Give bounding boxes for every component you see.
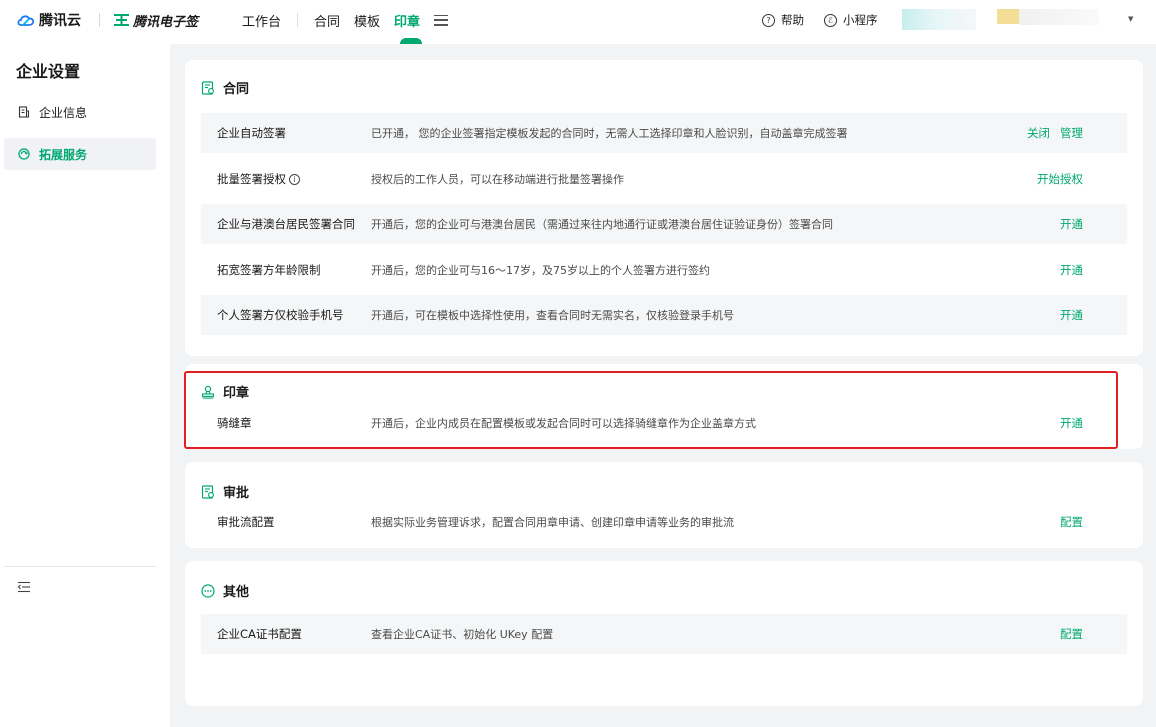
collapse-sidebar-icon[interactable] (17, 581, 31, 593)
approval-section-title: 审批 (223, 486, 250, 501)
service-name-wrap: 批量签署授权 i (201, 171, 371, 187)
service-row-approval-flow: 审批流配置 根据实际业务管理诉求，配置合同用章申请、创建印章申请等业务的审批流 … (201, 502, 1127, 542)
service-actions: 开通 (1060, 262, 1127, 278)
other-section-title: 其他 (223, 585, 250, 600)
nav-workbench[interactable]: 工作台 (242, 11, 281, 30)
enable-link[interactable]: 开通 (1060, 307, 1083, 323)
service-actions: 开通 (1060, 307, 1127, 323)
enable-link[interactable]: 开通 (1060, 415, 1083, 431)
sidebar-item-label: 企业信息 (39, 105, 88, 120)
brand-divider (99, 13, 100, 27)
service-name: 审批流配置 (217, 515, 275, 529)
nav-template[interactable]: 模板 (354, 11, 380, 30)
sidebar: 企业设置 企业信息 拓展服务 (0, 44, 170, 727)
service-actions: 配置 (1060, 626, 1127, 642)
help-link[interactable]: ? 帮助 (762, 12, 804, 28)
service-description: 开通后，企业内成员在配置模板或发起合同时可以选择骑缝章作为企业盖章方式 (371, 417, 756, 430)
account-dropdown-icon[interactable]: ▼ (1128, 15, 1133, 23)
stamp-icon (201, 385, 215, 399)
brand: 腾讯云 腾讯电子签 (16, 0, 198, 40)
service-description: 已开通， 您的企业签署指定模板发起的合同时，无需人工选择印章和人脸识别，自动盖章… (371, 127, 848, 140)
service-row-age-limit: 拓宽签署方年龄限制 开通后，您的企业可与16～17岁，及75岁以上的个人签署方进… (201, 250, 1127, 290)
building-icon (18, 106, 30, 118)
more-circle-icon (201, 583, 215, 598)
nav-seal[interactable]: 印章 (394, 11, 420, 30)
extension-icon (18, 148, 30, 160)
main-nav: 工作台 合同 模板 印章 (242, 0, 449, 40)
service-name: 企业自动签署 (217, 126, 286, 140)
org-name-redacted[interactable] (902, 9, 976, 30)
cloud-icon (17, 15, 35, 26)
service-name: 批量签署授权 (217, 172, 286, 186)
configure-link[interactable]: 配置 (1060, 514, 1083, 530)
approval-section-card: 审批 审批流配置 根据实际业务管理诉求，配置合同用章申请、创建印章申请等业务的审… (185, 462, 1143, 548)
service-row-paging-seal: 骑缝章 开通后，企业内成员在配置模板或发起合同时可以选择骑缝章作为企业盖章方式 … (201, 403, 1127, 443)
ess-logo[interactable]: 腾讯电子签 (114, 11, 198, 30)
sidebar-item-company-info[interactable]: 企业信息 (4, 96, 156, 128)
mini-program-icon: ℰ (824, 13, 837, 27)
service-actions: 开始授权 (1037, 171, 1127, 187)
service-actions: 开通 (1060, 216, 1127, 232)
other-section-header: 其他 (201, 581, 249, 600)
service-description: 授权后的工作人员，可以在移动端进行批量签署操作 (371, 173, 624, 186)
user-avatar-redacted[interactable] (997, 9, 1019, 24)
top-right-tools: ? 帮助 ℰ 小程序 (762, 0, 898, 40)
main-content: 合同 企业自动签署 已开通， 您的企业签署指定模板发起的合同时，无需人工选择印章… (170, 44, 1156, 727)
service-description: 根据实际业务管理诉求，配置合同用章申请、创建印章申请等业务的审批流 (371, 516, 734, 529)
nav-divider (297, 13, 299, 27)
approval-section-header: 审批 (201, 482, 249, 501)
configure-link[interactable]: 配置 (1060, 626, 1083, 642)
user-name-redacted[interactable] (1019, 9, 1099, 25)
nav-contract[interactable]: 合同 (314, 11, 340, 30)
contract-section-title: 合同 (223, 82, 250, 97)
cloud-brand-text: 腾讯云 (39, 13, 81, 29)
ess-brand-text: 腾讯电子签 (133, 14, 199, 30)
sidebar-item-label: 拓展服务 (39, 147, 88, 162)
start-authorize-link[interactable]: 开始授权 (1037, 171, 1083, 187)
tencent-cloud-logo[interactable]: 腾讯云 (16, 10, 81, 30)
service-row-phone-only-verify: 个人签署方仅校验手机号 开通后，可在模板中选择性使用，查看合同时无需实名，仅核验… (201, 295, 1127, 335)
sidebar-divider (4, 566, 156, 567)
service-name: 个人签署方仅校验手机号 (217, 308, 344, 322)
ess-logo-icon (114, 14, 129, 26)
service-row-hk-macau-tw: 企业与港澳台居民签署合同 开通后，您的企业可与港澳台居民（需通过来往内地通行证或… (201, 204, 1127, 244)
question-icon: ? (762, 13, 775, 27)
service-row-batch-sign-auth: 批量签署授权 i 授权后的工作人员，可以在移动端进行批量签署操作 开始授权 (201, 159, 1127, 199)
approval-doc-icon (201, 484, 215, 499)
seal-section-title: 印章 (223, 386, 250, 401)
service-description: 开通后，可在模板中选择性使用，查看合同时无需实名，仅核验登录手机号 (371, 309, 734, 322)
enable-link[interactable]: 开通 (1060, 262, 1083, 278)
more-menu-icon[interactable] (434, 14, 449, 26)
sidebar-item-extension[interactable]: 拓展服务 (4, 138, 156, 170)
contract-section-card: 合同 企业自动签署 已开通， 您的企业签署指定模板发起的合同时，无需人工选择印章… (185, 60, 1143, 356)
service-description: 开通后，您的企业可与港澳台居民（需通过来往内地通行证或港澳台居住证验证身份）签署… (371, 218, 833, 231)
service-name: 骑缝章 (217, 416, 252, 430)
mini-program-label: 小程序 (843, 13, 878, 27)
seal-section-card: 印章 骑缝章 开通后，企业内成员在配置模板或发起合同时可以选择骑缝章作为企业盖章… (185, 364, 1143, 449)
help-label: 帮助 (781, 13, 804, 27)
contract-section-header: 合同 (201, 78, 249, 97)
service-actions: 开通 (1060, 415, 1127, 431)
service-name: 企业与港澳台居民签署合同 (217, 217, 355, 231)
other-section-card: 其他 企业CA证书配置 查看企业CA证书、初始化 UKey 配置 配置 (185, 561, 1143, 706)
enable-link[interactable]: 开通 (1060, 216, 1083, 232)
service-name: 企业CA证书配置 (217, 627, 302, 641)
info-icon[interactable]: i (289, 173, 300, 185)
service-actions: 配置 (1060, 514, 1127, 530)
seal-section-header: 印章 (201, 382, 249, 401)
service-name: 拓宽签署方年龄限制 (217, 263, 321, 277)
sidebar-title: 企业设置 (16, 62, 81, 81)
contract-doc-icon (201, 80, 215, 95)
service-description: 开通后，您的企业可与16～17岁，及75岁以上的个人签署方进行签约 (371, 264, 710, 277)
manage-link[interactable]: 管理 (1060, 125, 1083, 141)
close-link[interactable]: 关闭 (1027, 125, 1050, 141)
service-actions: 关闭 管理 (1027, 125, 1127, 141)
service-description: 查看企业CA证书、初始化 UKey 配置 (371, 628, 554, 641)
mini-program-link[interactable]: ℰ 小程序 (824, 12, 878, 28)
service-row-auto-sign: 企业自动签署 已开通， 您的企业签署指定模板发起的合同时，无需人工选择印章和人脸… (201, 113, 1127, 153)
top-navigation-bar: 腾讯云 腾讯电子签 工作台 合同 模板 印章 ? 帮助 ℰ 小程序 ▼ (0, 0, 1156, 44)
service-row-ca-certificate: 企业CA证书配置 查看企业CA证书、初始化 UKey 配置 配置 (201, 614, 1127, 654)
